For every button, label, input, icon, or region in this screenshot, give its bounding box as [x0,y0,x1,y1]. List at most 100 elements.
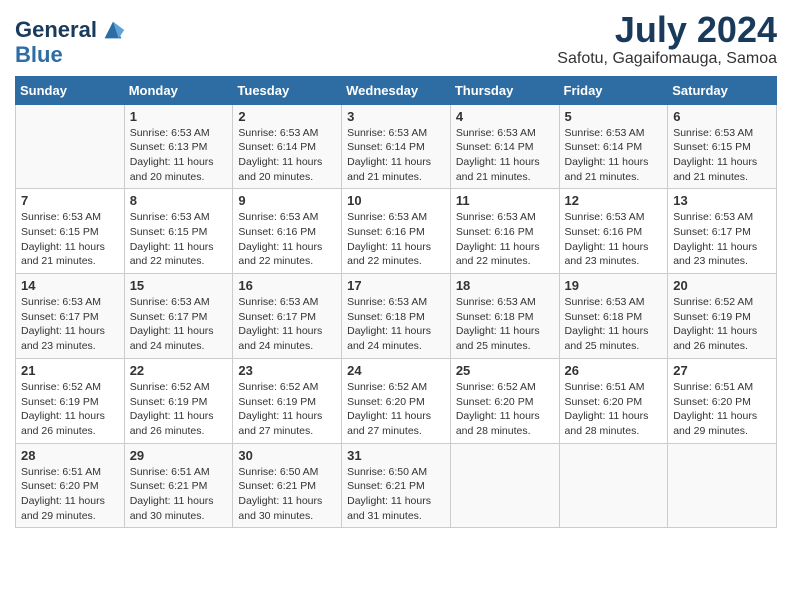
calendar-body: 1 Sunrise: 6:53 AM Sunset: 6:13 PM Daylig… [16,104,777,528]
calendar-cell: 3 Sunrise: 6:53 AM Sunset: 6:14 PM Daylig… [342,104,451,189]
calendar-cell: 17 Sunrise: 6:53 AM Sunset: 6:18 PM Dayli… [342,274,451,359]
day-info: Sunrise: 6:53 AM Sunset: 6:16 PM Dayligh… [238,210,336,269]
calendar-cell: 5 Sunrise: 6:53 AM Sunset: 6:14 PM Daylig… [559,104,668,189]
day-info: Sunrise: 6:52 AM Sunset: 6:19 PM Dayligh… [238,380,336,439]
calendar-cell: 30 Sunrise: 6:50 AM Sunset: 6:21 PM Dayli… [233,443,342,528]
day-number: 8 [130,193,228,208]
month-year-title: July 2024 [557,10,777,50]
day-info: Sunrise: 6:50 AM Sunset: 6:21 PM Dayligh… [238,465,336,524]
calendar-cell: 14 Sunrise: 6:53 AM Sunset: 6:17 PM Dayli… [16,274,125,359]
day-info: Sunrise: 6:51 AM Sunset: 6:20 PM Dayligh… [21,465,119,524]
day-info: Sunrise: 6:53 AM Sunset: 6:15 PM Dayligh… [673,126,771,185]
calendar-cell: 31Sunrise: 6:50 AM Sunset: 6:21 PM Dayli… [342,443,451,528]
day-number: 19 [565,278,663,293]
day-number: 7 [21,193,119,208]
day-info: Sunrise: 6:52 AM Sunset: 6:19 PM Dayligh… [673,295,771,354]
day-number: 21 [21,363,119,378]
day-number: 18 [456,278,554,293]
calendar-cell: 2 Sunrise: 6:53 AM Sunset: 6:14 PM Daylig… [233,104,342,189]
calendar-week-1: 1 Sunrise: 6:53 AM Sunset: 6:13 PM Daylig… [16,104,777,189]
day-info: Sunrise: 6:50 AM Sunset: 6:21 PM Dayligh… [347,465,445,524]
calendar-cell: 24Sunrise: 6:52 AM Sunset: 6:20 PM Dayli… [342,358,451,443]
day-info: Sunrise: 6:53 AM Sunset: 6:15 PM Dayligh… [21,210,119,269]
calendar-cell: 9 Sunrise: 6:53 AM Sunset: 6:16 PM Daylig… [233,189,342,274]
calendar-week-4: 21 Sunrise: 6:52 AM Sunset: 6:19 PM Dayli… [16,358,777,443]
day-number: 2 [238,109,336,124]
day-number: 10 [347,193,445,208]
calendar-cell [559,443,668,528]
day-number: 26 [565,363,663,378]
day-number: 6 [673,109,771,124]
day-info: Sunrise: 6:52 AM Sunset: 6:20 PM Dayligh… [456,380,554,439]
day-number: 14 [21,278,119,293]
day-info: Sunrise: 6:53 AM Sunset: 6:14 PM Dayligh… [347,126,445,185]
title-block: July 2024 Safotu, Gagaifomauga, Samoa [557,10,777,68]
weekday-header-thursday: Thursday [450,76,559,104]
calendar-cell: 6 Sunrise: 6:53 AM Sunset: 6:15 PM Daylig… [668,104,777,189]
day-number: 27 [673,363,771,378]
day-info: Sunrise: 6:53 AM Sunset: 6:17 PM Dayligh… [130,295,228,354]
day-number: 11 [456,193,554,208]
day-info: Sunrise: 6:53 AM Sunset: 6:14 PM Dayligh… [456,126,554,185]
calendar-table: SundayMondayTuesdayWednesdayThursdayFrid… [15,76,777,529]
logo-text: General [15,19,97,41]
calendar-cell: 25 Sunrise: 6:52 AM Sunset: 6:20 PM Dayli… [450,358,559,443]
day-number: 5 [565,109,663,124]
day-number: 17 [347,278,445,293]
calendar-cell: 10 Sunrise: 6:53 AM Sunset: 6:16 PM Dayli… [342,189,451,274]
day-number: 30 [238,448,336,463]
day-number: 28 [21,448,119,463]
calendar-cell: 18Sunrise: 6:53 AM Sunset: 6:18 PM Dayli… [450,274,559,359]
calendar-cell: 11 Sunrise: 6:53 AM Sunset: 6:16 PM Dayli… [450,189,559,274]
calendar-cell: 21Sunrise: 6:52 AM Sunset: 6:19 PM Dayli… [16,358,125,443]
weekday-header-saturday: Saturday [668,76,777,104]
calendar-cell: 4Sunrise: 6:53 AM Sunset: 6:14 PM Daylig… [450,104,559,189]
calendar-cell: 1 Sunrise: 6:53 AM Sunset: 6:13 PM Daylig… [124,104,233,189]
weekday-header-monday: Monday [124,76,233,104]
day-info: Sunrise: 6:53 AM Sunset: 6:14 PM Dayligh… [565,126,663,185]
calendar-cell: 26 Sunrise: 6:51 AM Sunset: 6:20 PM Dayli… [559,358,668,443]
calendar-cell: 23 Sunrise: 6:52 AM Sunset: 6:19 PM Dayli… [233,358,342,443]
calendar-cell [450,443,559,528]
day-number: 9 [238,193,336,208]
logo-blue-text: Blue [15,44,127,66]
day-info: Sunrise: 6:51 AM Sunset: 6:20 PM Dayligh… [565,380,663,439]
calendar-cell: 16Sunrise: 6:53 AM Sunset: 6:17 PM Dayli… [233,274,342,359]
calendar-cell: 7 Sunrise: 6:53 AM Sunset: 6:15 PM Daylig… [16,189,125,274]
logo: General Blue [15,16,127,66]
day-number: 12 [565,193,663,208]
day-info: Sunrise: 6:53 AM Sunset: 6:16 PM Dayligh… [456,210,554,269]
day-info: Sunrise: 6:53 AM Sunset: 6:18 PM Dayligh… [565,295,663,354]
day-info: Sunrise: 6:52 AM Sunset: 6:20 PM Dayligh… [347,380,445,439]
day-info: Sunrise: 6:52 AM Sunset: 6:19 PM Dayligh… [130,380,228,439]
calendar-cell: 28 Sunrise: 6:51 AM Sunset: 6:20 PM Dayli… [16,443,125,528]
day-info: Sunrise: 6:53 AM Sunset: 6:18 PM Dayligh… [347,295,445,354]
day-number: 23 [238,363,336,378]
day-info: Sunrise: 6:53 AM Sunset: 6:16 PM Dayligh… [347,210,445,269]
day-number: 20 [673,278,771,293]
calendar-cell: 27 Sunrise: 6:51 AM Sunset: 6:20 PM Dayli… [668,358,777,443]
calendar-cell [668,443,777,528]
page-header: General Blue July 2024 Safotu, Gagaifoma… [15,10,777,68]
calendar-cell: 22 Sunrise: 6:52 AM Sunset: 6:19 PM Dayli… [124,358,233,443]
weekday-header-row: SundayMondayTuesdayWednesdayThursdayFrid… [16,76,777,104]
day-info: Sunrise: 6:53 AM Sunset: 6:15 PM Dayligh… [130,210,228,269]
weekday-header-tuesday: Tuesday [233,76,342,104]
calendar-week-5: 28 Sunrise: 6:51 AM Sunset: 6:20 PM Dayli… [16,443,777,528]
day-number: 25 [456,363,554,378]
day-info: Sunrise: 6:53 AM Sunset: 6:14 PM Dayligh… [238,126,336,185]
day-info: Sunrise: 6:51 AM Sunset: 6:21 PM Dayligh… [130,465,228,524]
day-info: Sunrise: 6:51 AM Sunset: 6:20 PM Dayligh… [673,380,771,439]
day-number: 13 [673,193,771,208]
day-number: 1 [130,109,228,124]
day-number: 15 [130,278,228,293]
day-number: 3 [347,109,445,124]
weekday-header-sunday: Sunday [16,76,125,104]
day-number: 22 [130,363,228,378]
calendar-cell: 12 Sunrise: 6:53 AM Sunset: 6:16 PM Dayli… [559,189,668,274]
day-info: Sunrise: 6:53 AM Sunset: 6:17 PM Dayligh… [21,295,119,354]
weekday-header-friday: Friday [559,76,668,104]
day-info: Sunrise: 6:53 AM Sunset: 6:13 PM Dayligh… [130,126,228,185]
day-info: Sunrise: 6:53 AM Sunset: 6:16 PM Dayligh… [565,210,663,269]
day-number: 16 [238,278,336,293]
